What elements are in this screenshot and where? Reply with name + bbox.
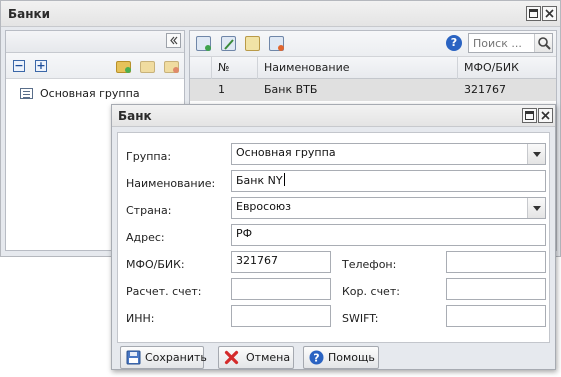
delete-record-icon[interactable] xyxy=(269,36,284,51)
inn-label: ИНН: xyxy=(126,312,155,325)
close-icon[interactable] xyxy=(542,6,557,21)
name-value: Банк NY xyxy=(236,174,283,187)
search-icon[interactable] xyxy=(534,34,552,52)
table-row[interactable]: 1 Банк ВТБ 321767 xyxy=(190,79,556,101)
account-label: Расчет. счет: xyxy=(126,285,202,298)
chevron-down-icon[interactable] xyxy=(527,198,545,218)
delete-folder-icon[interactable] xyxy=(164,61,179,73)
group-node-icon xyxy=(20,88,33,99)
bank-dialog: Банк Группа: Основная группа Наименовани… xyxy=(111,104,556,370)
column-header-number[interactable]: № xyxy=(212,57,258,79)
cell-number: 1 xyxy=(218,83,225,96)
add-folder-icon[interactable] xyxy=(116,61,131,73)
help-icon: ? xyxy=(309,350,324,365)
phone-label: Телефон: xyxy=(342,258,397,271)
search-input[interactable] xyxy=(469,34,537,52)
search-field[interactable] xyxy=(468,33,553,53)
svg-text:?: ? xyxy=(313,352,319,365)
address-label: Адрес: xyxy=(126,231,165,244)
corr-account-label: Кор. счет: xyxy=(342,285,400,298)
grid-header: № Наименование МФО/БИК xyxy=(190,57,556,79)
grid-toolbar: ? xyxy=(190,31,556,57)
dialog-maximize-icon[interactable] xyxy=(522,108,537,123)
save-button[interactable]: Сохранить xyxy=(120,346,207,369)
dialog-title: Банк xyxy=(118,109,152,123)
swift-label: SWIFT: xyxy=(342,312,379,325)
row-marker-header xyxy=(190,57,212,79)
edit-record-icon[interactable] xyxy=(221,36,236,51)
swift-field[interactable] xyxy=(446,305,546,327)
address-value: РФ xyxy=(236,227,253,240)
help-label: Помощь xyxy=(328,351,375,364)
mfo-field[interactable]: 321767 xyxy=(231,251,331,273)
dialog-titlebar: Банк xyxy=(112,105,555,127)
dialog-close-icon[interactable] xyxy=(538,108,553,123)
cancel-button[interactable]: Отмена xyxy=(218,346,294,369)
mfo-label: МФО/БИК: xyxy=(126,258,185,271)
tree-item-label: Основная группа xyxy=(40,87,140,100)
expand-all-icon[interactable]: + xyxy=(35,60,47,72)
name-field[interactable]: Банк NY xyxy=(231,170,546,192)
chevron-down-icon[interactable] xyxy=(527,144,545,164)
group-value: Основная группа xyxy=(236,146,336,159)
collapse-all-icon[interactable]: − xyxy=(13,60,25,72)
edit-folder-icon[interactable] xyxy=(140,61,155,73)
groups-toolbar: − + xyxy=(6,53,184,79)
inn-field[interactable] xyxy=(231,305,331,327)
cancel-label: Отмена xyxy=(246,351,291,364)
window-titlebar: Банки xyxy=(1,1,560,27)
save-label: Сохранить xyxy=(145,351,207,364)
corr-account-field[interactable] xyxy=(446,278,546,300)
help-button[interactable]: ? Помощь xyxy=(303,346,379,369)
name-label: Наименование: xyxy=(126,177,216,190)
mfo-value: 321767 xyxy=(236,254,278,267)
country-value: Евросоюз xyxy=(236,200,292,213)
account-field[interactable] xyxy=(231,278,331,300)
save-icon xyxy=(126,350,141,365)
help-icon[interactable]: ? xyxy=(446,35,462,51)
text-cursor xyxy=(283,173,285,186)
collapse-panel-icon[interactable] xyxy=(166,33,181,48)
address-field[interactable]: РФ xyxy=(231,224,546,246)
copy-record-icon[interactable] xyxy=(245,36,260,51)
phone-field[interactable] xyxy=(446,251,546,273)
dialog-form: Группа: Основная группа Наименование: Ба… xyxy=(117,132,550,343)
group-select[interactable]: Основная группа xyxy=(231,143,546,165)
country-select[interactable]: Евросоюз xyxy=(231,197,546,219)
column-header-mfo[interactable]: МФО/БИК xyxy=(458,57,556,79)
window-title: Банки xyxy=(8,7,51,21)
add-record-icon[interactable] xyxy=(196,36,211,51)
group-label: Группа: xyxy=(126,150,172,163)
maximize-icon[interactable] xyxy=(526,6,541,21)
cancel-icon xyxy=(224,350,239,365)
country-label: Страна: xyxy=(126,204,172,217)
cell-mfo: 321767 xyxy=(464,83,506,96)
column-header-name[interactable]: Наименование xyxy=(258,57,458,79)
groups-panel-header xyxy=(6,31,184,53)
cell-name: Банк ВТБ xyxy=(264,83,318,96)
